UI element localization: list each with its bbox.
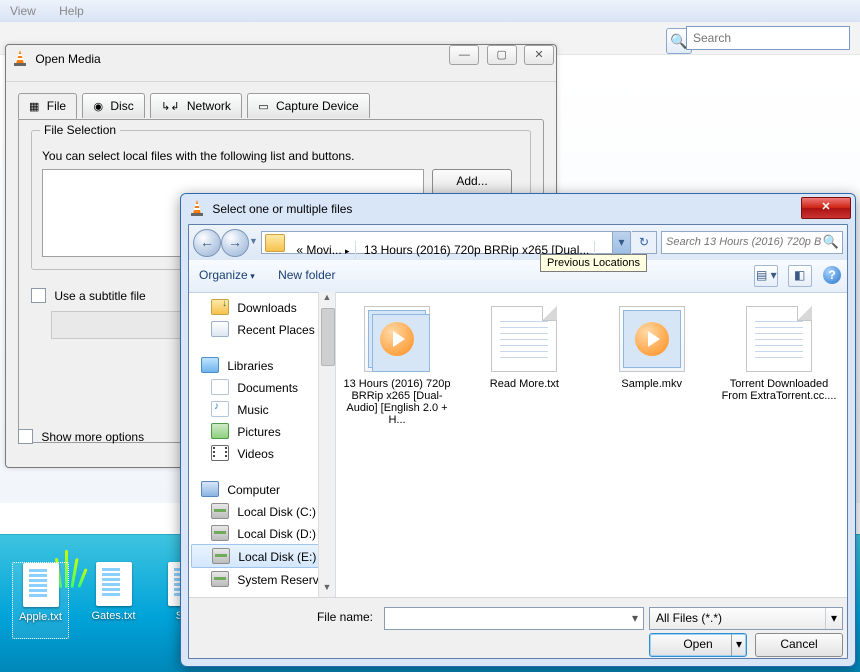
fd-search-input[interactable] xyxy=(662,232,826,251)
drive-icon xyxy=(211,503,229,519)
cancel-button[interactable]: Cancel xyxy=(755,633,843,657)
vlc-icon xyxy=(189,199,205,220)
desk-file-gates[interactable]: Gates.txt xyxy=(86,562,141,637)
video-thumb-icon xyxy=(364,306,430,372)
file-dialog-window: Select one or multiple files ✕ ← → ▼ « M… xyxy=(180,193,856,667)
om-min-button[interactable]: — xyxy=(449,45,479,65)
fd-bottom: File name: ▾ All Files (*.*) ▾ Open ▾ Ca… xyxy=(189,597,847,658)
text-thumb-icon xyxy=(746,306,812,372)
open-button[interactable]: Open ▾ xyxy=(649,633,747,657)
scroll-thumb[interactable] xyxy=(321,308,335,366)
fd-close-button[interactable]: ✕ xyxy=(801,197,851,219)
nav-videos[interactable]: Videos xyxy=(189,442,335,464)
folder-icon xyxy=(265,234,285,252)
filename-label: File name: xyxy=(317,610,373,624)
nav-music[interactable]: Music xyxy=(189,398,335,420)
nav-drive-d[interactable]: Local Disk (D:) xyxy=(189,522,335,544)
file-icon: ▦ xyxy=(29,101,39,113)
address-dropdown[interactable]: ▾ xyxy=(612,232,630,253)
text-thumb-icon xyxy=(491,306,557,372)
file-dialog-title: Select one or multiple files xyxy=(212,202,352,216)
tab-disc[interactable]: ◉ Disc xyxy=(82,93,144,118)
menu-view[interactable]: View xyxy=(0,0,46,22)
help-button[interactable]: ? xyxy=(823,266,841,284)
open-split-dropdown[interactable]: ▾ xyxy=(731,634,746,656)
organize-button[interactable]: Organize xyxy=(199,268,255,282)
file-item-movie[interactable]: 13 Hours (2016) 720p BRRip x265 [Dual-Au… xyxy=(339,306,455,426)
drive-icon xyxy=(212,548,230,564)
subtitle-label: Use a subtitle file xyxy=(54,289,145,303)
network-icon: ↳↲ xyxy=(161,101,179,113)
drive-icon xyxy=(211,571,229,587)
om-tabs: ▦ File ◉ Disc ↳↲ Network ▭ Capture Devic… xyxy=(18,92,544,119)
tab-network[interactable]: ↳↲ Network xyxy=(150,93,242,118)
nav-downloads[interactable]: Downloads xyxy=(189,296,335,318)
nav-fwd-button[interactable]: → xyxy=(221,229,249,257)
address-bar[interactable]: « Movi... ▸ 13 Hours (2016) 720p BRRip x… xyxy=(261,231,631,254)
nav-recent[interactable]: Recent Places xyxy=(189,318,335,340)
music-icon xyxy=(211,401,229,417)
nav-pane: Downloads Recent Places Libraries Docume… xyxy=(189,292,336,598)
filetype-filter[interactable]: All Files (*.*) ▾ xyxy=(649,607,843,630)
file-selection-hint: You can select local files with the foll… xyxy=(42,149,520,163)
computer-icon xyxy=(201,481,219,497)
disc-icon: ◉ xyxy=(93,101,103,113)
subtitle-checkbox[interactable] xyxy=(31,288,46,303)
filename-dropdown[interactable]: ▾ xyxy=(627,608,643,629)
app-menubar: View Help xyxy=(0,0,860,23)
libraries-icon xyxy=(201,357,219,373)
file-item-torrent[interactable]: Torrent Downloaded From ExtraTorrent.cc.… xyxy=(721,306,837,402)
download-icon xyxy=(211,299,229,315)
pictures-icon xyxy=(211,423,229,439)
organize-row: Organize New folder ▤ ▾ ◧ ? xyxy=(189,260,847,293)
file-selection-legend: File Selection xyxy=(40,123,120,137)
open-media-titlebar[interactable]: Open Media — ▢ ✕ xyxy=(6,45,556,82)
menu-help[interactable]: Help xyxy=(49,0,94,22)
file-item-readmore[interactable]: Read More.txt xyxy=(466,306,582,390)
nav-system-reserved[interactable]: System Reserved xyxy=(189,568,335,590)
preview-pane-button[interactable]: ◧ xyxy=(788,265,812,287)
file-item-sample[interactable]: Sample.mkv xyxy=(594,306,710,390)
nav-computer[interactable]: Computer xyxy=(189,478,335,500)
om-close-button[interactable]: ✕ xyxy=(524,45,554,65)
desk-file-apple[interactable]: Apple.txt xyxy=(12,562,69,639)
video-thumb-icon xyxy=(619,306,685,372)
scroll-down-icon[interactable]: ▼ xyxy=(319,582,335,598)
tab-file[interactable]: ▦ File xyxy=(18,93,77,119)
show-more-checkbox[interactable] xyxy=(18,429,33,444)
open-media-title: Open Media xyxy=(35,52,100,66)
filter-dropdown[interactable]: ▾ xyxy=(825,608,842,629)
scroll-up-icon[interactable]: ▲ xyxy=(319,292,335,308)
fd-search-box[interactable]: 🔍 xyxy=(661,231,843,254)
vlc-icon xyxy=(12,49,28,70)
show-more-label: Show more options xyxy=(41,430,144,444)
capture-icon: ▭ xyxy=(258,101,268,113)
tab-capture[interactable]: ▭ Capture Device xyxy=(247,93,369,118)
videos-icon xyxy=(211,445,229,461)
drive-icon xyxy=(211,525,229,541)
breadcrumb-seg-movies[interactable]: « Movi... ▸ xyxy=(291,241,355,259)
file-area[interactable]: 13 Hours (2016) 720p BRRip x265 [Dual-Au… xyxy=(335,292,847,598)
filename-field[interactable]: ▾ xyxy=(384,607,644,630)
add-button[interactable]: Add... xyxy=(432,169,512,195)
new-folder-button[interactable]: New folder xyxy=(278,268,335,282)
search-icon[interactable]: 🔍 xyxy=(823,234,839,250)
nav-scrollbar[interactable]: ▲ ▼ xyxy=(318,292,335,598)
nav-pictures[interactable]: Pictures xyxy=(189,420,335,442)
nav-drive-e[interactable]: Local Disk (E:) xyxy=(191,544,333,568)
refresh-button[interactable]: ↻ xyxy=(632,231,657,254)
tooltip-previous-locations: Previous Locations xyxy=(540,254,647,272)
nav-libraries[interactable]: Libraries xyxy=(189,354,335,376)
top-search-field[interactable] xyxy=(686,26,850,50)
nav-back-button[interactable]: ← xyxy=(193,229,221,257)
nav-drive-c[interactable]: Local Disk (C:) xyxy=(189,500,335,522)
view-mode-button[interactable]: ▤ ▾ xyxy=(754,265,778,287)
documents-icon xyxy=(211,379,229,395)
nav-history-dropdown[interactable]: ▼ xyxy=(249,236,258,246)
recent-icon xyxy=(211,321,229,337)
address-row: ← → ▼ « Movi... ▸ 13 Hours (2016) 720p B… xyxy=(189,225,847,261)
nav-documents[interactable]: Documents xyxy=(189,376,335,398)
om-max-button[interactable]: ▢ xyxy=(487,45,517,65)
